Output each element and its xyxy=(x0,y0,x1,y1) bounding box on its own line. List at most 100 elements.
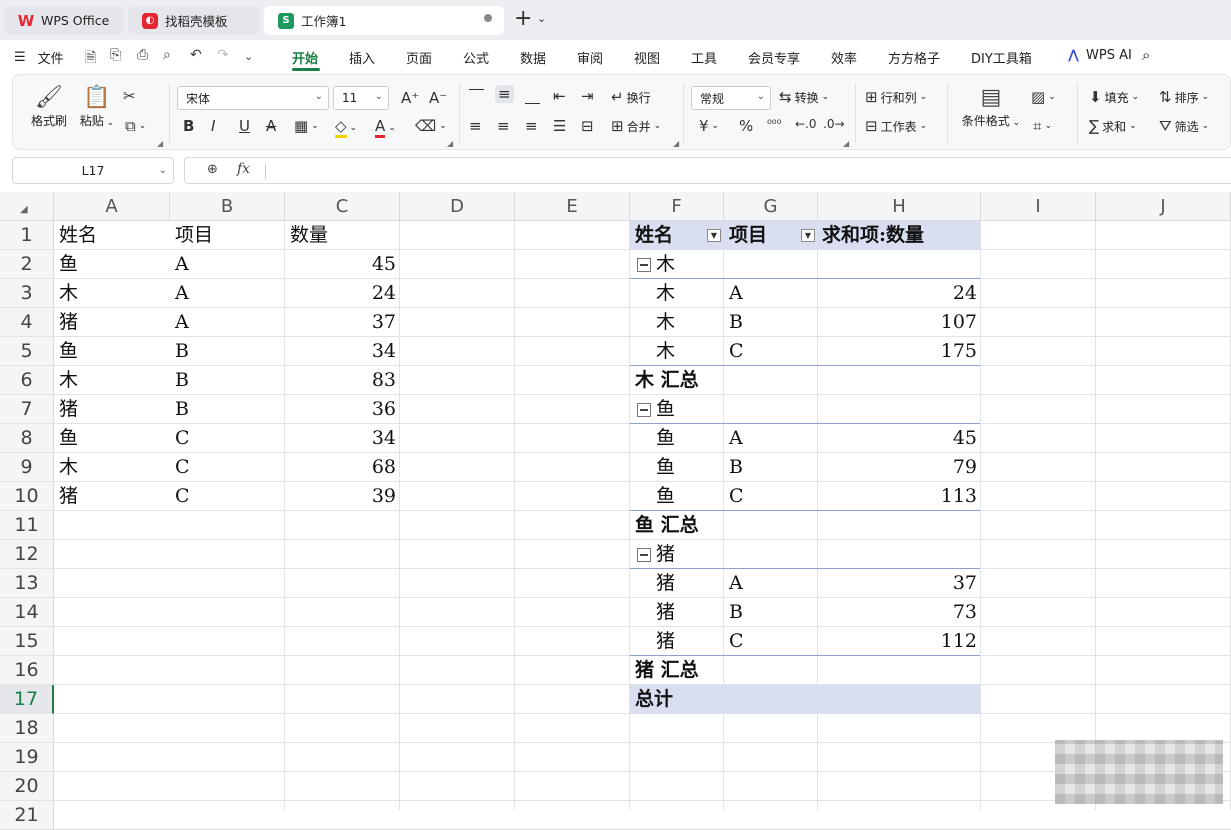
menu-tools[interactable]: 工具 xyxy=(691,48,717,67)
font-launcher-icon[interactable]: ◢ xyxy=(447,139,453,148)
row-header[interactable]: 11 xyxy=(0,511,54,540)
menu-wps-ai[interactable]: WPS AI xyxy=(1086,48,1132,63)
redo-icon[interactable]: ↷ xyxy=(217,47,229,63)
fill-color-icon[interactable]: ◇ ⌄ xyxy=(335,117,357,138)
clipboard-launcher-icon[interactable]: ◢ xyxy=(157,139,163,148)
source-data-cell[interactable]: 木 xyxy=(59,366,166,395)
chevron-down-icon[interactable]: ⌄ xyxy=(537,12,546,25)
pivot-row-item[interactable]: B xyxy=(729,598,814,627)
quick-access-more-icon[interactable]: ⌄ xyxy=(244,50,253,63)
align-middle-icon[interactable]: ≡ xyxy=(495,85,514,103)
pivot-row-value[interactable]: 112 xyxy=(823,627,977,656)
strikethrough-icon[interactable]: A xyxy=(266,117,276,135)
source-data-cell[interactable]: 68 xyxy=(290,453,396,482)
pivot-row-item[interactable]: B xyxy=(729,453,814,482)
distributed-icon[interactable]: ⊟ xyxy=(581,117,594,135)
column-header[interactable]: E xyxy=(515,192,630,221)
pivot-row-item[interactable]: C xyxy=(729,482,814,511)
pivot-row-item[interactable]: C xyxy=(729,627,814,656)
conditional-format-button[interactable]: ▤ 条件格式 ⌄ xyxy=(959,85,1023,129)
format-painter-button[interactable]: 🖌 格式刷 xyxy=(29,85,69,129)
pivot-row-value[interactable]: 45 xyxy=(823,424,977,453)
row-header[interactable]: 4 xyxy=(0,308,54,337)
menu-insert[interactable]: 插入 xyxy=(349,48,375,67)
pivot-row-item[interactable]: A xyxy=(729,279,814,308)
number-format-select[interactable]: 常规 ⌄ xyxy=(691,86,771,110)
copy-icon[interactable]: ⧉ ⌄ xyxy=(125,117,146,135)
decrease-font-icon[interactable]: A⁻ xyxy=(429,89,447,107)
increase-font-icon[interactable]: A⁺ xyxy=(401,89,419,107)
row-header[interactable]: 17 xyxy=(0,685,54,714)
pivot-row-name[interactable]: 木 xyxy=(656,337,720,366)
pivot-row-value[interactable]: 175 xyxy=(823,337,977,366)
source-data-cell[interactable]: 36 xyxy=(290,395,396,424)
pivot-filter-name-button[interactable]: ▼ xyxy=(707,229,721,242)
pivot-row-value[interactable]: 113 xyxy=(823,482,977,511)
menu-home[interactable]: 开始 xyxy=(292,48,318,67)
pivot-row-name[interactable]: 木 xyxy=(656,279,720,308)
thousands-separator-icon[interactable]: ⁰⁰⁰ xyxy=(767,117,781,131)
pivot-row-value[interactable]: 107 xyxy=(823,308,977,337)
pivot-row-value[interactable]: 24 xyxy=(823,279,977,308)
collapse-icon[interactable] xyxy=(637,548,651,562)
function-icon[interactable]: fx xyxy=(237,161,250,177)
menu-diy-toolbox[interactable]: DIY工具箱 xyxy=(971,48,1032,67)
row-header[interactable]: 2 xyxy=(0,250,54,279)
source-data-cell[interactable]: 34 xyxy=(290,337,396,366)
percent-button[interactable]: % xyxy=(739,117,753,135)
cut-icon[interactable]: ✂ xyxy=(123,87,136,105)
font-name-select[interactable]: 宋体 ⌄ xyxy=(177,86,329,110)
tab-template[interactable]: ◐ 找稻壳模板 xyxy=(128,6,260,35)
menu-data[interactable]: 数据 xyxy=(520,48,546,67)
tab-workbook[interactable]: S 工作簿1 xyxy=(264,6,504,35)
source-data-cell[interactable]: 34 xyxy=(290,424,396,453)
paste-button[interactable]: 📋 粘贴 ⌄ xyxy=(77,85,117,129)
source-data-cell[interactable]: B xyxy=(175,337,281,366)
new-tab-button[interactable]: + xyxy=(514,6,532,31)
italic-icon[interactable]: I xyxy=(211,117,215,135)
pivot-row-item[interactable]: A xyxy=(729,569,814,598)
align-top-icon[interactable]: ⎺ xyxy=(469,87,484,105)
pivot-header-sum[interactable]: 求和项:数量 xyxy=(822,221,977,250)
rows-cols-button[interactable]: ⊞ 行和列 ⌄ xyxy=(865,88,927,106)
source-data-cell[interactable]: C xyxy=(175,482,281,511)
bold-icon[interactable]: B xyxy=(183,117,194,135)
indent-decrease-icon[interactable]: ⇤ xyxy=(553,87,566,105)
source-data-cell[interactable]: B xyxy=(175,395,281,424)
row-header[interactable]: 19 xyxy=(0,743,54,772)
increase-decimal-icon[interactable]: ←.0 xyxy=(795,117,817,131)
align-center-icon[interactable]: ≡ xyxy=(497,117,510,135)
justify-icon[interactable]: ☰ xyxy=(553,117,566,135)
pivot-row-item[interactable]: B xyxy=(729,308,814,337)
filter-button[interactable]: ⛛ 筛选 ⌄ xyxy=(1159,117,1209,135)
menu-fangfang[interactable]: 方方格子 xyxy=(888,48,940,67)
pivot-row-value[interactable]: 73 xyxy=(823,598,977,627)
select-all-corner[interactable]: ◢ xyxy=(0,192,54,221)
save-icon[interactable]: 🗎 xyxy=(85,47,96,71)
row-header[interactable]: 7 xyxy=(0,395,54,424)
row-header[interactable]: 13 xyxy=(0,569,54,598)
column-header[interactable]: H xyxy=(818,192,981,221)
column-header[interactable]: A xyxy=(54,192,170,221)
pivot-row-value[interactable]: 37 xyxy=(823,569,977,598)
pivot-subtotal-label[interactable]: 鱼 汇总 xyxy=(635,511,977,540)
row-header[interactable]: 15 xyxy=(0,627,54,656)
source-data-cell[interactable]: 鱼 xyxy=(59,337,166,366)
source-data-cell[interactable]: 24 xyxy=(290,279,396,308)
borders-icon[interactable]: ▦ ⌄ xyxy=(294,117,319,135)
pivot-grand-total-label[interactable]: 总计 xyxy=(635,685,977,714)
print-preview-icon[interactable]: ⌕ xyxy=(163,47,171,63)
zoom-icon[interactable]: ⊕ xyxy=(207,162,218,177)
cell-style-icon[interactable]: ▨ ⌄ xyxy=(1031,88,1056,106)
pivot-row-name[interactable]: 猪 xyxy=(656,569,720,598)
row-header[interactable]: 1 xyxy=(0,221,54,250)
row-header[interactable]: 18 xyxy=(0,714,54,743)
source-data-cell[interactable]: 木 xyxy=(59,453,166,482)
column-header[interactable]: J xyxy=(1096,192,1231,221)
row-header[interactable]: 9 xyxy=(0,453,54,482)
convert-button[interactable]: ⇆ 转换 ⌄ xyxy=(779,88,829,106)
row-header[interactable]: 20 xyxy=(0,772,54,801)
number-launcher-icon[interactable]: ◢ xyxy=(843,139,849,148)
pivot-row-name[interactable]: 猪 xyxy=(656,598,720,627)
column-header[interactable]: B xyxy=(170,192,285,221)
